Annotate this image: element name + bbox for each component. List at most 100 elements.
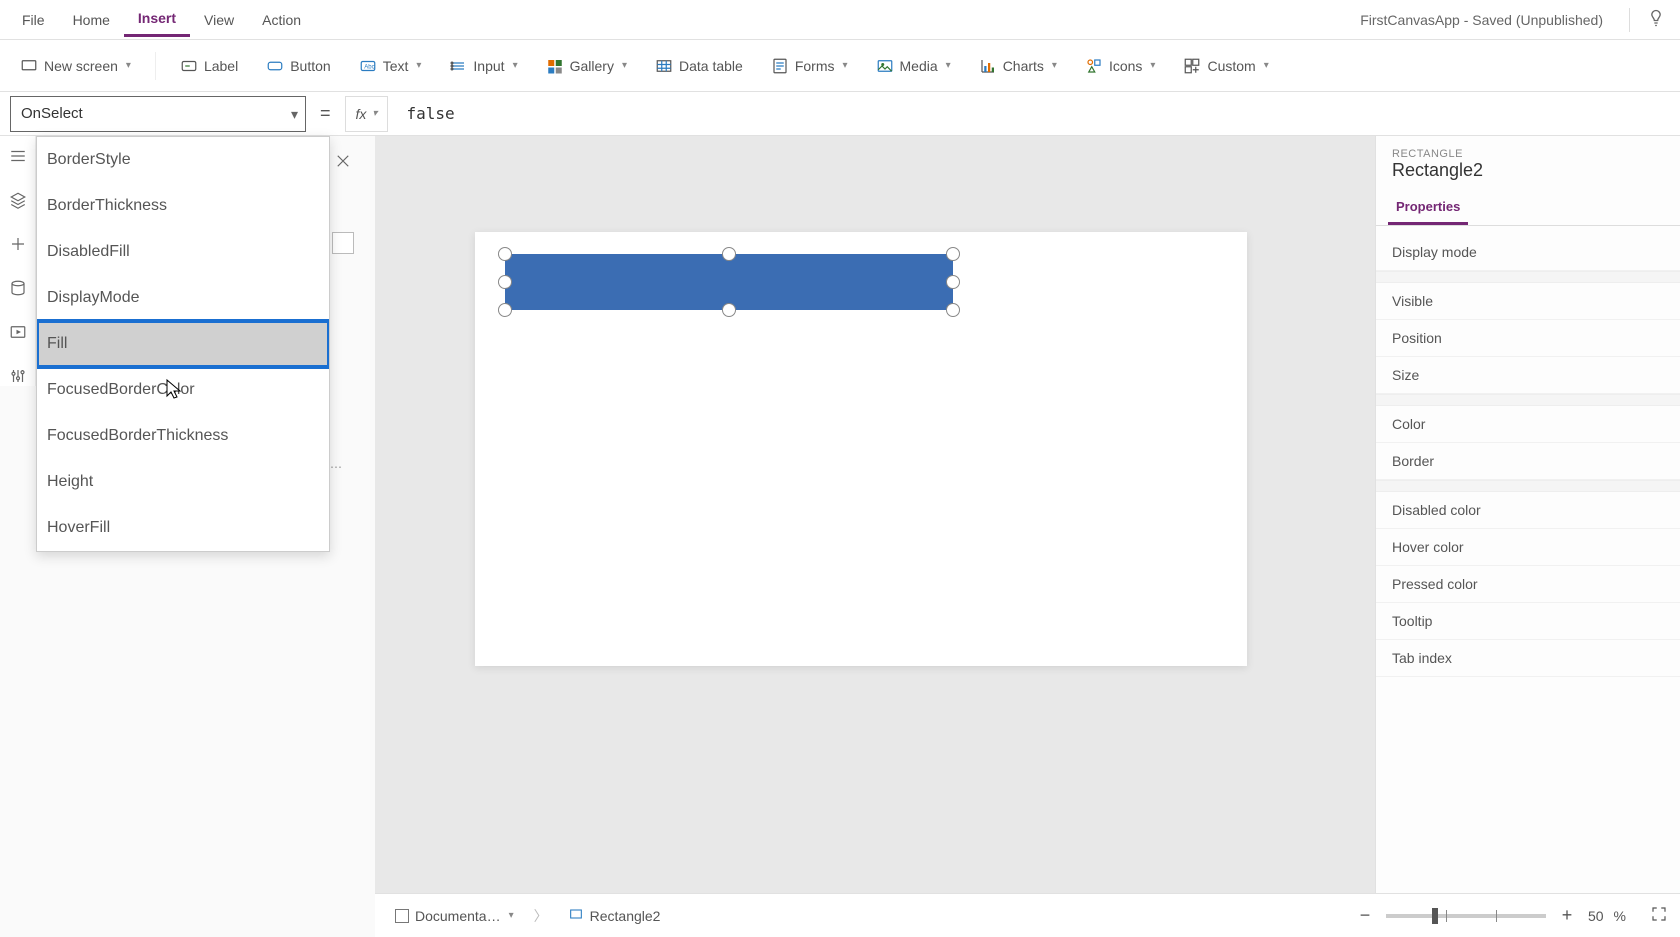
text-label: Text bbox=[383, 58, 409, 74]
resize-handle-se[interactable] bbox=[946, 303, 960, 317]
properties-list: Display mode Visible Position Size Color… bbox=[1376, 226, 1680, 685]
charts-icon bbox=[979, 57, 997, 75]
property-dropdown[interactable]: BorderStyle BorderThickness DisabledFill… bbox=[36, 136, 330, 552]
menu-view[interactable]: View bbox=[190, 4, 248, 36]
chevron-down-icon: ▾ bbox=[126, 60, 131, 71]
chevron-down-icon: ▾ bbox=[1264, 60, 1269, 71]
breadcrumb-separator: 〉 bbox=[534, 906, 548, 926]
layers-icon[interactable] bbox=[8, 190, 28, 210]
icons-menu[interactable]: Icons ▾ bbox=[1073, 51, 1168, 81]
prop-row-border[interactable]: Border bbox=[1376, 443, 1680, 480]
tab-properties[interactable]: Properties bbox=[1388, 191, 1468, 225]
formula-input[interactable] bbox=[398, 96, 1670, 132]
forms-label: Forms bbox=[795, 58, 835, 74]
icons-icon bbox=[1085, 57, 1103, 75]
forms-menu[interactable]: Forms ▾ bbox=[759, 51, 860, 81]
charts-menu[interactable]: Charts ▾ bbox=[967, 51, 1069, 81]
new-screen-label: New screen bbox=[44, 58, 118, 74]
insert-ribbon: New screen ▾ Label Button Abc Text ▾ Inp… bbox=[0, 40, 1680, 92]
prop-row-tooltip[interactable]: Tooltip bbox=[1376, 603, 1680, 640]
tree-close-button[interactable] bbox=[334, 152, 358, 176]
prop-row-position[interactable]: Position bbox=[1376, 320, 1680, 357]
charts-label: Charts bbox=[1003, 58, 1044, 74]
zoom-slider-thumb[interactable] bbox=[1432, 908, 1438, 924]
menu-file[interactable]: File bbox=[8, 4, 59, 36]
group-divider bbox=[1376, 394, 1680, 406]
tree-view-icon[interactable] bbox=[8, 146, 28, 166]
canvas-page[interactable] bbox=[475, 232, 1247, 666]
property-option-focusedbordercolor[interactable]: FocusedBorderColor bbox=[37, 367, 329, 413]
input-menu[interactable]: Input ▾ bbox=[437, 51, 529, 81]
fx-button[interactable]: fx ▾ bbox=[345, 96, 389, 132]
tree-ellipsis[interactable]: ⋯ bbox=[330, 460, 348, 474]
new-screen-button[interactable]: New screen ▾ bbox=[8, 51, 143, 81]
canvas-area[interactable] bbox=[375, 136, 1375, 893]
data-table-label: Data table bbox=[679, 58, 743, 74]
insert-plus-icon[interactable] bbox=[8, 234, 28, 254]
property-option-borderstyle[interactable]: BorderStyle bbox=[37, 137, 329, 183]
chevron-down-icon: ▾ bbox=[622, 60, 627, 71]
chevron-down-icon: ▾ bbox=[1052, 60, 1057, 71]
resize-handle-n[interactable] bbox=[722, 247, 736, 261]
custom-label: Custom bbox=[1207, 58, 1255, 74]
breadcrumb-screen[interactable]: Documenta… ▾ bbox=[387, 904, 522, 928]
text-menu[interactable]: Abc Text ▾ bbox=[347, 51, 434, 81]
chevron-down-icon: ▾ bbox=[513, 60, 518, 71]
prop-row-pressedcolor[interactable]: Pressed color bbox=[1376, 566, 1680, 603]
media-menu[interactable]: Media ▾ bbox=[864, 51, 963, 81]
app-checker-icon[interactable] bbox=[1640, 8, 1672, 31]
prop-row-disabledcolor[interactable]: Disabled color bbox=[1376, 492, 1680, 529]
zoom-unit: % bbox=[1614, 908, 1626, 924]
property-option-hoverfill[interactable]: HoverFill bbox=[37, 505, 329, 551]
menu-action[interactable]: Action bbox=[248, 4, 315, 36]
rectangle-shape[interactable] bbox=[505, 254, 953, 310]
fullscreen-icon[interactable] bbox=[1650, 905, 1668, 926]
screen-icon bbox=[20, 57, 38, 75]
breadcrumb-control[interactable]: Rectangle2 bbox=[560, 902, 669, 929]
resize-handle-nw[interactable] bbox=[498, 247, 512, 261]
prop-row-size[interactable]: Size bbox=[1376, 357, 1680, 394]
resize-handle-ne[interactable] bbox=[946, 247, 960, 261]
property-option-disabledfill[interactable]: DisabledFill bbox=[37, 229, 329, 275]
divider bbox=[1629, 8, 1630, 32]
data-icon[interactable] bbox=[8, 278, 28, 298]
property-option-focusedborderthickness[interactable]: FocusedBorderThickness bbox=[37, 413, 329, 459]
property-selector-input[interactable] bbox=[10, 96, 306, 132]
zoom-in-button[interactable]: + bbox=[1556, 905, 1578, 926]
tools-icon[interactable] bbox=[8, 366, 28, 386]
zoom-percent: 50 bbox=[1588, 908, 1604, 924]
data-table-button[interactable]: Data table bbox=[643, 51, 755, 81]
prop-row-tabindex[interactable]: Tab index bbox=[1376, 640, 1680, 677]
property-option-borderthickness[interactable]: BorderThickness bbox=[37, 183, 329, 229]
property-option-displaymode[interactable]: DisplayMode bbox=[37, 275, 329, 321]
custom-menu[interactable]: Custom ▾ bbox=[1171, 51, 1280, 81]
button-button[interactable]: Button bbox=[254, 51, 342, 81]
resize-handle-s[interactable] bbox=[722, 303, 736, 317]
label-button[interactable]: Label bbox=[168, 51, 250, 81]
label-icon bbox=[180, 57, 198, 75]
gallery-menu[interactable]: Gallery ▾ bbox=[534, 51, 639, 81]
menu-bar: File Home Insert View Action FirstCanvas… bbox=[0, 0, 1680, 40]
resize-handle-e[interactable] bbox=[946, 275, 960, 289]
prop-row-hovercolor[interactable]: Hover color bbox=[1376, 529, 1680, 566]
media-rail-icon[interactable] bbox=[8, 322, 28, 342]
zoom-out-button[interactable]: − bbox=[1354, 905, 1376, 926]
breadcrumb-screen-label: Documenta… bbox=[415, 908, 501, 924]
group-divider bbox=[1376, 480, 1680, 492]
prop-row-displaymode[interactable]: Display mode bbox=[1376, 234, 1680, 271]
resize-handle-w[interactable] bbox=[498, 275, 512, 289]
zoom-control: − + 50 % bbox=[1354, 905, 1668, 926]
gallery-label: Gallery bbox=[570, 58, 614, 74]
menu-insert[interactable]: Insert bbox=[124, 2, 190, 37]
prop-row-visible[interactable]: Visible bbox=[1376, 283, 1680, 320]
prop-row-color[interactable]: Color bbox=[1376, 406, 1680, 443]
chevron-down-icon: ▾ bbox=[509, 910, 514, 921]
property-option-fill[interactable]: Fill bbox=[37, 321, 329, 367]
zoom-slider[interactable] bbox=[1386, 914, 1546, 918]
menu-home[interactable]: Home bbox=[59, 4, 124, 36]
media-label: Media bbox=[900, 58, 938, 74]
property-option-height[interactable]: Height bbox=[37, 459, 329, 505]
icons-label: Icons bbox=[1109, 58, 1142, 74]
resize-handle-sw[interactable] bbox=[498, 303, 512, 317]
property-selector[interactable]: ▾ bbox=[10, 96, 306, 132]
